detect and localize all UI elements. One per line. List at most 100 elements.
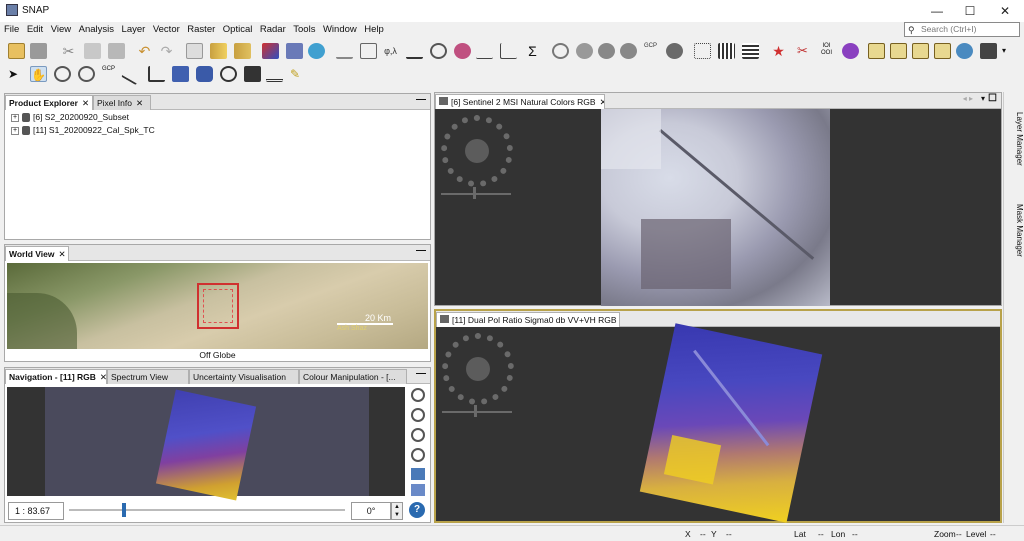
ellipse-tool-icon[interactable] xyxy=(220,66,237,82)
profile-plot-icon[interactable] xyxy=(476,43,493,59)
minimize-panel-icon[interactable]: — xyxy=(416,94,426,105)
tile-evenly-icon[interactable] xyxy=(868,43,885,59)
zoom-in-icon[interactable] xyxy=(411,388,425,402)
close-tab-icon[interactable]: ✕ xyxy=(82,98,89,108)
close-tab-icon[interactable]: ✕ xyxy=(600,97,604,107)
product-node[interactable]: + [11] S1_20200922_Cal_Spk_TC xyxy=(11,125,155,136)
world-map[interactable]: 20 Km Ash Shaz xyxy=(7,263,428,349)
menu-optical[interactable]: Optical xyxy=(223,22,253,38)
maximize-view-icon[interactable]: ☐ xyxy=(988,93,997,104)
star-icon[interactable]: ★ xyxy=(770,43,787,59)
network-icon[interactable] xyxy=(694,43,711,59)
sentinel2-image[interactable] xyxy=(601,109,830,306)
close-tab-icon[interactable]: ✕ xyxy=(100,372,106,382)
menu-vector[interactable]: Vector xyxy=(153,22,180,38)
menu-file[interactable]: File xyxy=(4,22,19,38)
menu-tools[interactable]: Tools xyxy=(293,22,315,38)
session-icon[interactable] xyxy=(186,43,203,59)
help-icon[interactable]: ? xyxy=(409,502,425,518)
menu-view[interactable]: View xyxy=(51,22,71,38)
pan-control[interactable] xyxy=(442,333,514,405)
zoom-slider-handle[interactable] xyxy=(474,405,477,417)
graph-builder-icon[interactable] xyxy=(336,43,353,59)
batch-icon[interactable] xyxy=(234,43,251,59)
statistics-icon[interactable] xyxy=(454,43,471,59)
sync-cursor-icon[interactable] xyxy=(411,484,425,496)
line-tool-icon[interactable] xyxy=(121,62,144,86)
tab-list-icon[interactable]: ▾ xyxy=(981,94,985,103)
tab-spectrum-view[interactable]: Spectrum View xyxy=(107,369,189,384)
mask-icon[interactable] xyxy=(552,43,569,59)
binary-icon[interactable]: IOI OOI xyxy=(818,43,835,59)
zoom-slider-track[interactable] xyxy=(69,509,345,511)
paste-icon[interactable] xyxy=(108,43,125,59)
world-wind-icon[interactable] xyxy=(308,43,325,59)
product-node[interactable]: + [6] S2_20200920_Subset xyxy=(11,112,129,123)
rgb-image-icon[interactable] xyxy=(262,43,279,59)
zoom-slider-thumb[interactable] xyxy=(122,503,127,517)
pin-manager-icon[interactable] xyxy=(576,43,593,59)
minimize-panel-icon[interactable]: — xyxy=(416,245,426,256)
menu-raster[interactable]: Raster xyxy=(187,22,215,38)
zoom-slider[interactable] xyxy=(441,193,511,195)
expand-icon[interactable]: + xyxy=(11,126,19,135)
undo-icon[interactable]: ↶ xyxy=(136,43,153,59)
navigation-overview[interactable] xyxy=(7,387,405,501)
grid-icon[interactable] xyxy=(742,43,759,59)
tile-single-icon[interactable] xyxy=(934,43,951,59)
zoom-tool-icon[interactable] xyxy=(54,66,71,82)
pan-control[interactable] xyxy=(441,115,513,187)
maximize-button[interactable]: ☐ xyxy=(955,2,985,20)
mask-manager-tab[interactable]: Mask Manager xyxy=(1004,200,1024,257)
menu-help[interactable]: Help xyxy=(364,22,384,38)
histogram-icon[interactable] xyxy=(406,43,423,59)
product-library-icon[interactable] xyxy=(210,43,227,59)
close-tab-icon[interactable]: ✕ xyxy=(59,249,66,259)
minimize-panel-icon[interactable]: — xyxy=(416,368,426,379)
tab-colour-manipulation[interactable]: Colour Manipulation - [... xyxy=(299,369,407,384)
tile-vertical-icon[interactable] xyxy=(912,43,929,59)
zoom-factor-field[interactable]: 1 : 83.67 xyxy=(8,502,64,520)
layer-manager-tab[interactable]: Layer Manager xyxy=(1004,108,1024,166)
gcp-manager-icon[interactable]: GCP xyxy=(642,43,659,59)
menu-edit[interactable]: Edit xyxy=(27,22,43,38)
gcp-tool2-icon[interactable]: GCP xyxy=(100,66,117,82)
geocoding-icon[interactable]: φ,λ xyxy=(382,43,399,59)
range-finder-icon[interactable] xyxy=(266,66,283,82)
pan-tool-icon[interactable]: ✋ xyxy=(30,66,47,82)
zoom-out-icon[interactable] xyxy=(411,408,425,422)
open-product-icon[interactable] xyxy=(8,43,25,59)
tab-scroll-icon[interactable]: ◂ ▸ xyxy=(963,94,973,103)
sync-icon[interactable] xyxy=(956,43,973,59)
menu-window[interactable]: Window xyxy=(323,22,357,38)
redo-icon[interactable]: ↷ xyxy=(158,43,175,59)
crosshair-icon[interactable] xyxy=(620,43,637,59)
information-icon[interactable] xyxy=(430,43,447,59)
tab-product-explorer[interactable]: Product Explorer ✕ xyxy=(5,95,93,110)
magic-wand-icon[interactable] xyxy=(244,66,261,82)
tab-uncertainty[interactable]: Uncertainty Visualisation xyxy=(189,369,299,384)
tab-sar-ratio-view[interactable]: [11] Dual Pol Ratio Sigma0 db VV+VH RGB✕ xyxy=(436,312,620,327)
scatter-plot-icon[interactable] xyxy=(500,43,517,59)
save-product-icon[interactable] xyxy=(30,43,47,59)
polygon-tool-icon[interactable] xyxy=(196,66,213,82)
gcp-tool-icon[interactable] xyxy=(598,43,615,59)
menu-analysis[interactable]: Analysis xyxy=(79,22,114,38)
rectangle-tool-icon[interactable] xyxy=(172,66,189,82)
menu-layer[interactable]: Layer xyxy=(122,22,146,38)
tab-sentinel2-view[interactable]: [6] Sentinel 2 MSI Natural Colors RGB ✕ xyxy=(435,94,605,109)
zoom-slider-handle[interactable] xyxy=(473,187,476,199)
toolbar-overflow-icon[interactable]: ▾ xyxy=(1002,43,1019,59)
tile-horizontal-icon[interactable] xyxy=(890,43,907,59)
polyline-tool-icon[interactable] xyxy=(148,66,165,82)
select-tool-icon[interactable]: ➤ xyxy=(8,66,25,82)
menu-radar[interactable]: Radar xyxy=(260,22,286,38)
layer-stack-icon[interactable] xyxy=(980,43,997,59)
cut-icon[interactable]: ✂ xyxy=(60,43,77,59)
pixel-extraction-icon[interactable] xyxy=(842,43,859,59)
rotation-field[interactable]: 0° xyxy=(351,502,391,520)
sigma-icon[interactable]: Σ xyxy=(524,43,541,59)
zoom-pixel-icon[interactable] xyxy=(411,428,425,442)
expand-icon[interactable]: + xyxy=(11,113,19,122)
pin-tool-icon[interactable] xyxy=(78,66,95,82)
